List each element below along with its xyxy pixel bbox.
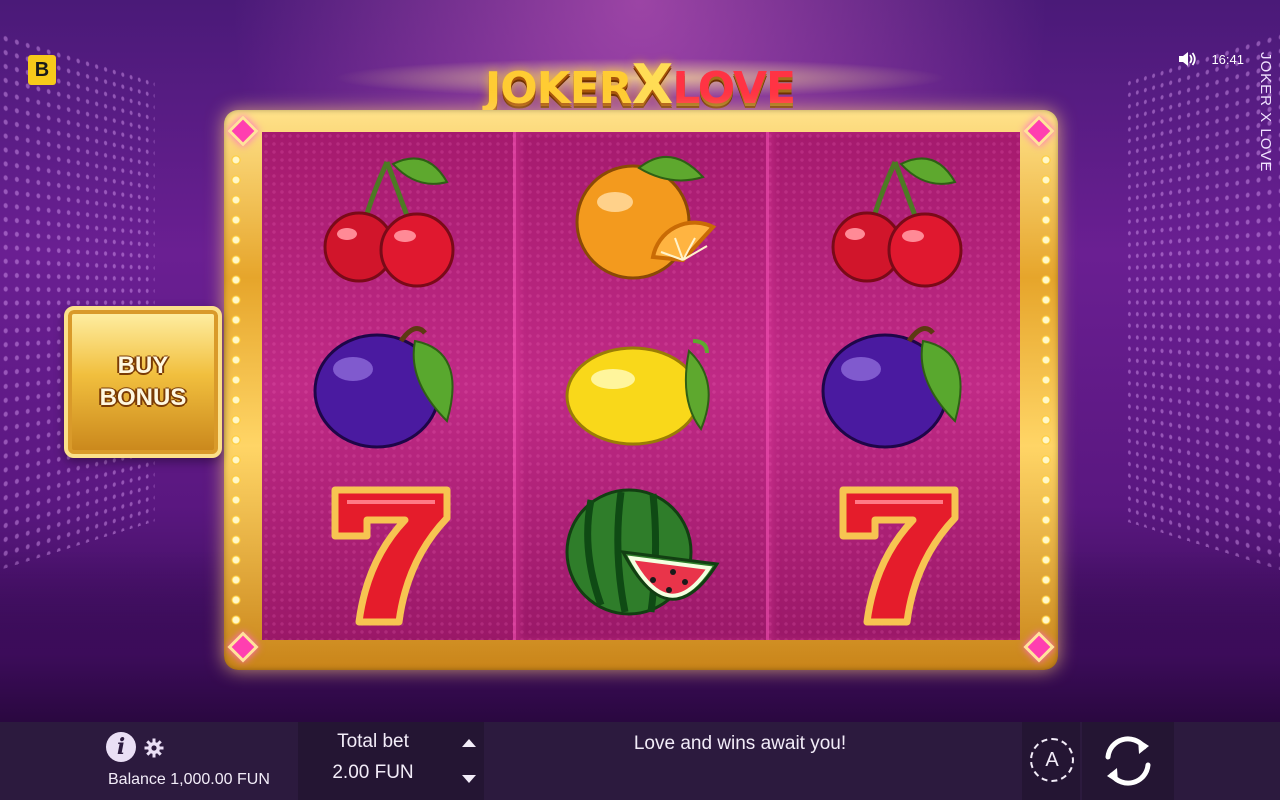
plum-symbol-icon xyxy=(815,311,975,461)
buy-bonus-button[interactable]: BUY BONUS xyxy=(64,306,222,458)
frame-bulbs-right xyxy=(1040,150,1052,630)
promo-message: Love and wins await you! xyxy=(633,733,847,754)
logo-x: X xyxy=(631,53,674,116)
triangle-down-icon[interactable] xyxy=(458,770,480,788)
total-bet-value: 2.00 FUN xyxy=(332,762,414,783)
seven-symbol-icon xyxy=(307,480,467,630)
seven-symbol-icon xyxy=(815,480,975,630)
game-stage: B JOKERXLOVE 16:41 JOKER X LOVE BUY BONU… xyxy=(0,0,1280,722)
reel-grid xyxy=(262,132,1020,640)
cherries-symbol-icon xyxy=(307,142,467,292)
balance-text: Balance 1,000.00 FUN xyxy=(108,771,270,788)
game-logo: JOKERXLOVE xyxy=(465,55,815,115)
frame-bulbs-left xyxy=(230,150,242,630)
autoplay-button[interactable]: A xyxy=(1030,738,1074,782)
frame-gem-top-right xyxy=(1023,115,1055,147)
speaker-icon[interactable] xyxy=(1177,50,1197,68)
light-wall-left xyxy=(0,30,155,570)
reel-2 xyxy=(512,132,767,640)
brand-logo: B xyxy=(28,55,56,85)
frame-gem-top-left xyxy=(227,115,259,147)
cherries-symbol-icon xyxy=(815,142,975,292)
status-area: 16:41 xyxy=(1177,50,1244,68)
logo-word-joker: JOKER xyxy=(484,63,633,114)
reel-3 xyxy=(766,132,1020,640)
plum-symbol-icon xyxy=(307,311,467,461)
vertical-game-title: JOKER X LOVE xyxy=(1257,52,1274,173)
frame-gem-bottom-left xyxy=(227,631,259,663)
watermelon-symbol-icon xyxy=(561,480,721,630)
bet-panel: Total bet 2.00 FUN xyxy=(298,722,484,800)
buy-bonus-label: BUY BONUS xyxy=(99,352,187,411)
control-bar: i Balance 1,000.00 FUN Total bet 2.00 FU… xyxy=(0,722,1280,800)
frame-gem-bottom-right xyxy=(1023,631,1055,663)
total-bet-label: Total bet xyxy=(337,731,409,752)
gear-icon[interactable] xyxy=(144,738,164,758)
balance-panel: i Balance 1,000.00 FUN xyxy=(100,728,290,798)
autoplay-panel: A xyxy=(1022,722,1080,800)
triangle-up-icon[interactable] xyxy=(458,734,480,752)
reel-1 xyxy=(262,132,513,640)
clock: 16:41 xyxy=(1211,51,1244,67)
logo-word-love: LOVE xyxy=(672,63,796,114)
spin-panel xyxy=(1082,722,1174,800)
info-icon[interactable]: i xyxy=(106,732,136,762)
lemon-symbol-icon xyxy=(561,311,721,461)
orange-symbol-icon xyxy=(561,142,721,292)
spin-arrows-icon[interactable] xyxy=(1094,727,1162,795)
